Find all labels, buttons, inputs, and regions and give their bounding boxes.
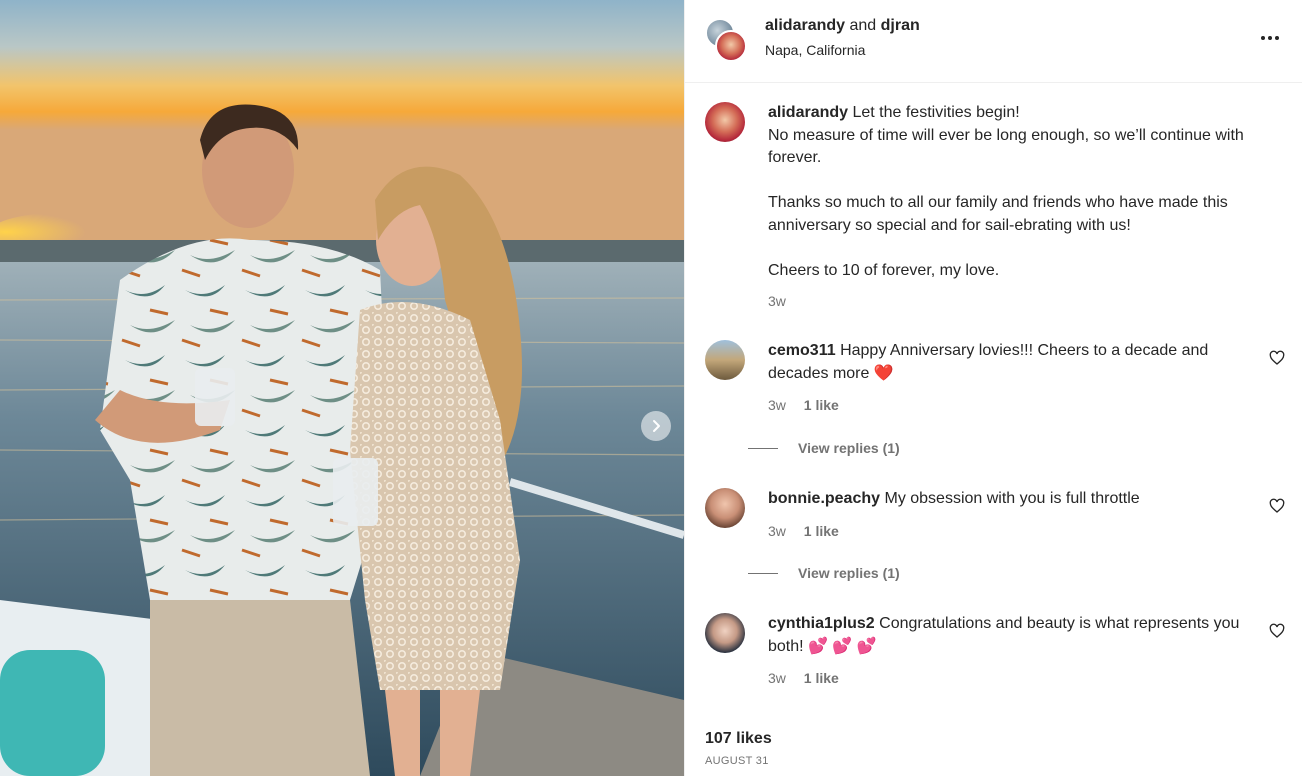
collab-avatars[interactable] — [705, 18, 747, 62]
comment-body: cynthia1plus2 Congratulations and beauty… — [768, 613, 1273, 690]
sunset-boat-couple-photo — [0, 0, 684, 776]
collab-joiner: and — [849, 17, 877, 34]
likes-count[interactable]: 107 likes — [705, 730, 772, 748]
two-hearts-emoji: 💕 💕 💕 — [808, 637, 877, 655]
avatar[interactable] — [705, 340, 745, 380]
like-heart-icon[interactable] — [1269, 623, 1285, 639]
comment-username[interactable]: bonnie.peachy — [768, 490, 880, 507]
comment-meta: 3w 1 like — [768, 394, 1273, 417]
collab-usernames: alidarandy and djran — [765, 17, 920, 35]
view-replies-button[interactable]: View replies (1) — [748, 440, 900, 456]
post-header: alidarandy and djran Napa, California — [685, 0, 1302, 83]
comment-time[interactable]: 3w — [768, 670, 786, 686]
like-heart-icon[interactable] — [1269, 350, 1285, 366]
view-replies-button[interactable]: View replies (1) — [748, 565, 900, 581]
view-replies-label: View replies (1) — [798, 565, 900, 581]
comment-likes[interactable]: 1 like — [804, 523, 839, 539]
avatar-alidarandy[interactable] — [715, 30, 747, 62]
chevron-right-icon — [653, 420, 660, 432]
comment-body: bonnie.peachy My obsession with you is f… — [768, 488, 1273, 542]
avatar[interactable] — [705, 613, 745, 653]
caption-body: alidarandy Let the festivities begin! No… — [768, 102, 1273, 313]
comment-body: cemo311 Happy Anniversary lovies!!! Chee… — [768, 340, 1273, 417]
avatar[interactable] — [705, 102, 745, 142]
comment-username[interactable]: cynthia1plus2 — [768, 615, 875, 632]
caption-text: Let the festivities begin! No measure of… — [768, 104, 1244, 279]
comment-meta: 3w 1 like — [768, 667, 1273, 690]
location-link[interactable]: Napa, California — [765, 42, 865, 58]
comment-likes[interactable]: 1 like — [804, 397, 839, 413]
comment-time[interactable]: 3w — [768, 397, 786, 413]
post-details-panel: alidarandy and djran Napa, California al… — [684, 0, 1302, 776]
next-photo-button[interactable] — [641, 411, 671, 441]
comment-meta: 3w 1 like — [768, 520, 1273, 543]
avatar[interactable] — [705, 488, 745, 528]
view-replies-label: View replies (1) — [798, 440, 900, 456]
like-heart-icon[interactable] — [1269, 498, 1285, 514]
username-secondary[interactable]: djran — [881, 17, 920, 34]
caption-time[interactable]: 3w — [768, 293, 786, 309]
post-date: AUGUST 31 — [705, 755, 769, 767]
username-primary[interactable]: alidarandy — [765, 17, 845, 34]
comment-text: My obsession with you is full throttle — [884, 490, 1140, 507]
caption-meta: 3w — [768, 290, 1273, 313]
more-horizontal-icon — [1261, 36, 1265, 40]
heart-emoji: ❤️ — [873, 364, 894, 382]
comment-username[interactable]: cemo311 — [768, 342, 836, 359]
caption-username[interactable]: alidarandy — [768, 104, 848, 121]
instagram-post: alidarandy and djran Napa, California al… — [0, 0, 1302, 776]
post-photo[interactable] — [0, 0, 684, 776]
comment-time[interactable]: 3w — [768, 523, 786, 539]
divider-line — [748, 572, 778, 574]
comment-likes[interactable]: 1 like — [804, 670, 839, 686]
divider-line — [748, 447, 778, 449]
more-options-button[interactable] — [1256, 26, 1284, 50]
